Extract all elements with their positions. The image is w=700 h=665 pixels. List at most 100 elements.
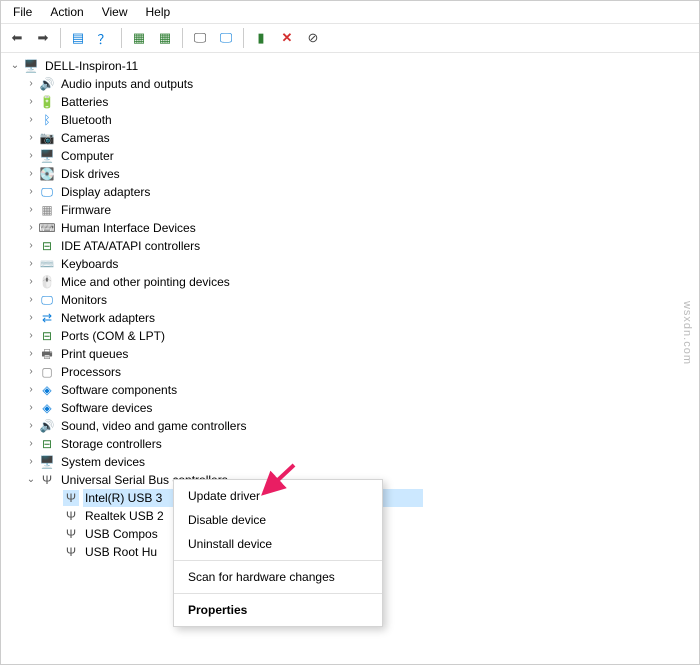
forward-icon[interactable]: ➡	[31, 26, 55, 50]
tree-root[interactable]: ⌄ 🖥️ DELL-Inspiron-11	[5, 57, 699, 75]
category-label: Firmware	[59, 201, 113, 219]
update-driver-icon[interactable]: 🖵	[188, 26, 212, 50]
tree-category[interactable]: ›◈Software components	[5, 381, 699, 399]
ctx-disable-device[interactable]: Disable device	[174, 508, 382, 532]
expander-icon[interactable]: ›	[25, 93, 37, 111]
tree-category[interactable]: ›🖵Display adapters	[5, 183, 699, 201]
category-label: Ports (COM & LPT)	[59, 327, 167, 345]
expander-icon[interactable]: ›	[25, 111, 37, 129]
watermark: wsxdn.com	[681, 300, 693, 364]
separator	[243, 28, 244, 48]
expander-icon[interactable]: ›	[25, 237, 37, 255]
tree-category[interactable]: ›⊟IDE ATA/ATAPI controllers	[5, 237, 699, 255]
expander-icon[interactable]: ›	[25, 435, 37, 453]
category-label: Display adapters	[59, 183, 152, 201]
category-label: Storage controllers	[59, 435, 164, 453]
expander-icon[interactable]: ›	[25, 273, 37, 291]
toolbar: ⬅ ➡ ▤ ？ ▦ ▦ 🖵 🖵 ▮ ✕ ⊘	[1, 24, 699, 53]
separator	[174, 593, 382, 594]
stop-icon[interactable]: ⊘	[301, 26, 325, 50]
device-label: USB Compos	[83, 525, 160, 543]
device-icon[interactable]: ▮	[249, 26, 273, 50]
usb-device-icon: Ψ	[63, 490, 79, 506]
usb-device-icon: Ψ	[63, 544, 79, 560]
menu-view[interactable]: View	[94, 3, 136, 21]
menu-file[interactable]: File	[5, 3, 40, 21]
enable-icon[interactable]: ▦	[153, 26, 177, 50]
tree-category[interactable]: ›🖥️System devices	[5, 453, 699, 471]
category-label: Monitors	[59, 291, 109, 309]
computer-icon: 🖥️	[23, 58, 39, 74]
ctx-uninstall-device[interactable]: Uninstall device	[174, 532, 382, 556]
category-icon: 💽	[39, 166, 55, 182]
tree-category[interactable]: ›💽Disk drives	[5, 165, 699, 183]
ctx-properties[interactable]: Properties	[174, 598, 382, 622]
category-label: Mice and other pointing devices	[59, 273, 232, 291]
expander-icon[interactable]: ›	[25, 183, 37, 201]
back-icon[interactable]: ⬅	[5, 26, 29, 50]
expander-icon[interactable]: ›	[25, 327, 37, 345]
category-icon: 🖥️	[39, 148, 55, 164]
separator	[121, 28, 122, 48]
category-label: Computer	[59, 147, 116, 165]
tree-category[interactable]: ›▦Firmware	[5, 201, 699, 219]
root-label: DELL-Inspiron-11	[43, 57, 140, 75]
separator	[174, 560, 382, 561]
expander-icon[interactable]: ›	[25, 147, 37, 165]
expander-icon[interactable]: ›	[25, 345, 37, 363]
tree-category[interactable]: ›⊟Storage controllers	[5, 435, 699, 453]
expander-icon[interactable]: ›	[25, 453, 37, 471]
help-icon[interactable]: ？	[92, 26, 116, 50]
tree-category[interactable]: ›🖥️Computer	[5, 147, 699, 165]
ctx-scan-hardware[interactable]: Scan for hardware changes	[174, 565, 382, 589]
tree-category[interactable]: ›⌨️Keyboards	[5, 255, 699, 273]
usb-icon: Ψ	[39, 472, 55, 488]
tree-category[interactable]: ›⊟Ports (COM & LPT)	[5, 327, 699, 345]
category-label: Cameras	[59, 129, 112, 147]
tree-category[interactable]: ›▢Processors	[5, 363, 699, 381]
tree-category[interactable]: ›🖶Print queues	[5, 345, 699, 363]
expander-icon[interactable]: ›	[25, 363, 37, 381]
expander-icon[interactable]: ›	[25, 219, 37, 237]
category-icon: 🖵	[39, 292, 55, 308]
category-icon: ⊟	[39, 436, 55, 452]
tree-category[interactable]: ›🖱️Mice and other pointing devices	[5, 273, 699, 291]
expander-icon[interactable]: ›	[25, 255, 37, 273]
uninstall-icon[interactable]: 🖵	[214, 26, 238, 50]
tree-category[interactable]: ›🔊Audio inputs and outputs	[5, 75, 699, 93]
tree-category[interactable]: ›◈Software devices	[5, 399, 699, 417]
expander-icon[interactable]: ⌄	[25, 471, 37, 489]
tree-category[interactable]: ›🔊Sound, video and game controllers	[5, 417, 699, 435]
category-icon: ◈	[39, 400, 55, 416]
remove-icon[interactable]: ✕	[275, 26, 299, 50]
category-icon: 🖶	[39, 346, 55, 362]
category-icon: 🔋	[39, 94, 55, 110]
expander-icon[interactable]: ›	[25, 165, 37, 183]
expander-icon[interactable]: ›	[25, 381, 37, 399]
tree-category[interactable]: ›⇄Network adapters	[5, 309, 699, 327]
menu-action[interactable]: Action	[42, 3, 91, 21]
expander-icon[interactable]: ›	[25, 201, 37, 219]
expander-icon[interactable]: ›	[25, 129, 37, 147]
tree-category[interactable]: ›🔋Batteries	[5, 93, 699, 111]
tree-category[interactable]: ›🖵Monitors	[5, 291, 699, 309]
ctx-update-driver[interactable]: Update driver	[174, 484, 382, 508]
expander-icon[interactable]: ›	[25, 75, 37, 93]
tree-category[interactable]: ›ᛒBluetooth	[5, 111, 699, 129]
show-hide-tree-icon[interactable]: ▤	[66, 26, 90, 50]
category-icon: 🔊	[39, 418, 55, 434]
category-icon: ⊟	[39, 238, 55, 254]
usb-device-icon: Ψ	[63, 526, 79, 542]
expander-icon[interactable]: ›	[25, 291, 37, 309]
expander-icon[interactable]: ›	[25, 417, 37, 435]
menu-help[interactable]: Help	[138, 3, 179, 21]
expander-icon[interactable]: ›	[25, 309, 37, 327]
expander-icon[interactable]: ⌄	[9, 57, 21, 75]
tree-category[interactable]: ›📷Cameras	[5, 129, 699, 147]
category-label: Sound, video and game controllers	[59, 417, 248, 435]
tree-category[interactable]: ›⌨Human Interface Devices	[5, 219, 699, 237]
expander-icon[interactable]: ›	[25, 399, 37, 417]
category-label: System devices	[59, 453, 147, 471]
scan-icon[interactable]: ▦	[127, 26, 151, 50]
category-label: Bluetooth	[59, 111, 114, 129]
